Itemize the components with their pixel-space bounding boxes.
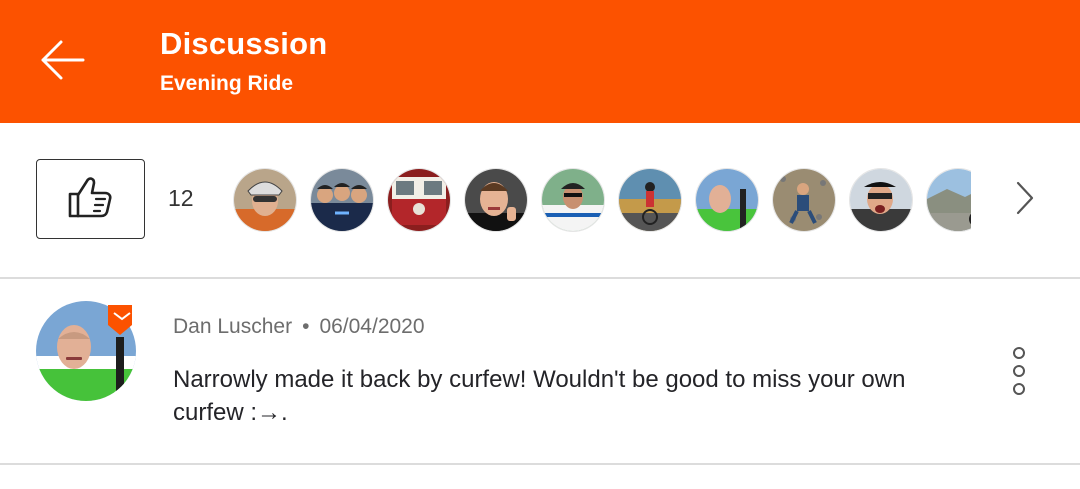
avatar[interactable] bbox=[926, 168, 971, 232]
comment-date: 06/04/2020 bbox=[319, 315, 425, 338]
view-all-kudos-button[interactable] bbox=[1005, 178, 1045, 222]
avatar[interactable] bbox=[387, 168, 451, 232]
avatar[interactable] bbox=[36, 301, 136, 401]
arrow-left-icon bbox=[37, 38, 87, 87]
comment-item: Dan Luscher • 06/04/2020 Narrowly made it … bbox=[0, 279, 1080, 465]
avatar[interactable] bbox=[310, 168, 374, 232]
avatar[interactable] bbox=[233, 168, 297, 232]
meta-separator: • bbox=[302, 315, 310, 338]
thumbs-up-icon bbox=[64, 170, 118, 229]
kudos-row: 12 bbox=[0, 123, 1080, 279]
app-header: Discussion Evening Ride bbox=[0, 0, 1080, 123]
page-title: Discussion bbox=[160, 26, 328, 61]
comment-author[interactable]: Dan Luscher bbox=[173, 315, 292, 338]
give-kudos-button[interactable] bbox=[36, 159, 145, 239]
avatar[interactable] bbox=[618, 168, 682, 232]
avatar[interactable] bbox=[772, 168, 836, 232]
kudos-count: 12 bbox=[168, 185, 194, 211]
more-vertical-icon bbox=[1004, 347, 1034, 401]
back-button[interactable] bbox=[30, 30, 94, 94]
comment-text: Narrowly made it back by curfew! Wouldn'… bbox=[173, 366, 906, 426]
comment-more-button[interactable] bbox=[1004, 345, 1034, 397]
kudos-avatar-list bbox=[233, 168, 971, 232]
comment-meta: Dan Luscher • 06/04/2020 bbox=[173, 315, 425, 339]
avatar[interactable] bbox=[849, 168, 913, 232]
chevron-right-icon bbox=[1014, 180, 1036, 221]
avatar[interactable] bbox=[541, 168, 605, 232]
activity-name: Evening Ride bbox=[160, 72, 294, 95]
avatar[interactable] bbox=[695, 168, 759, 232]
avatar[interactable] bbox=[464, 168, 528, 232]
